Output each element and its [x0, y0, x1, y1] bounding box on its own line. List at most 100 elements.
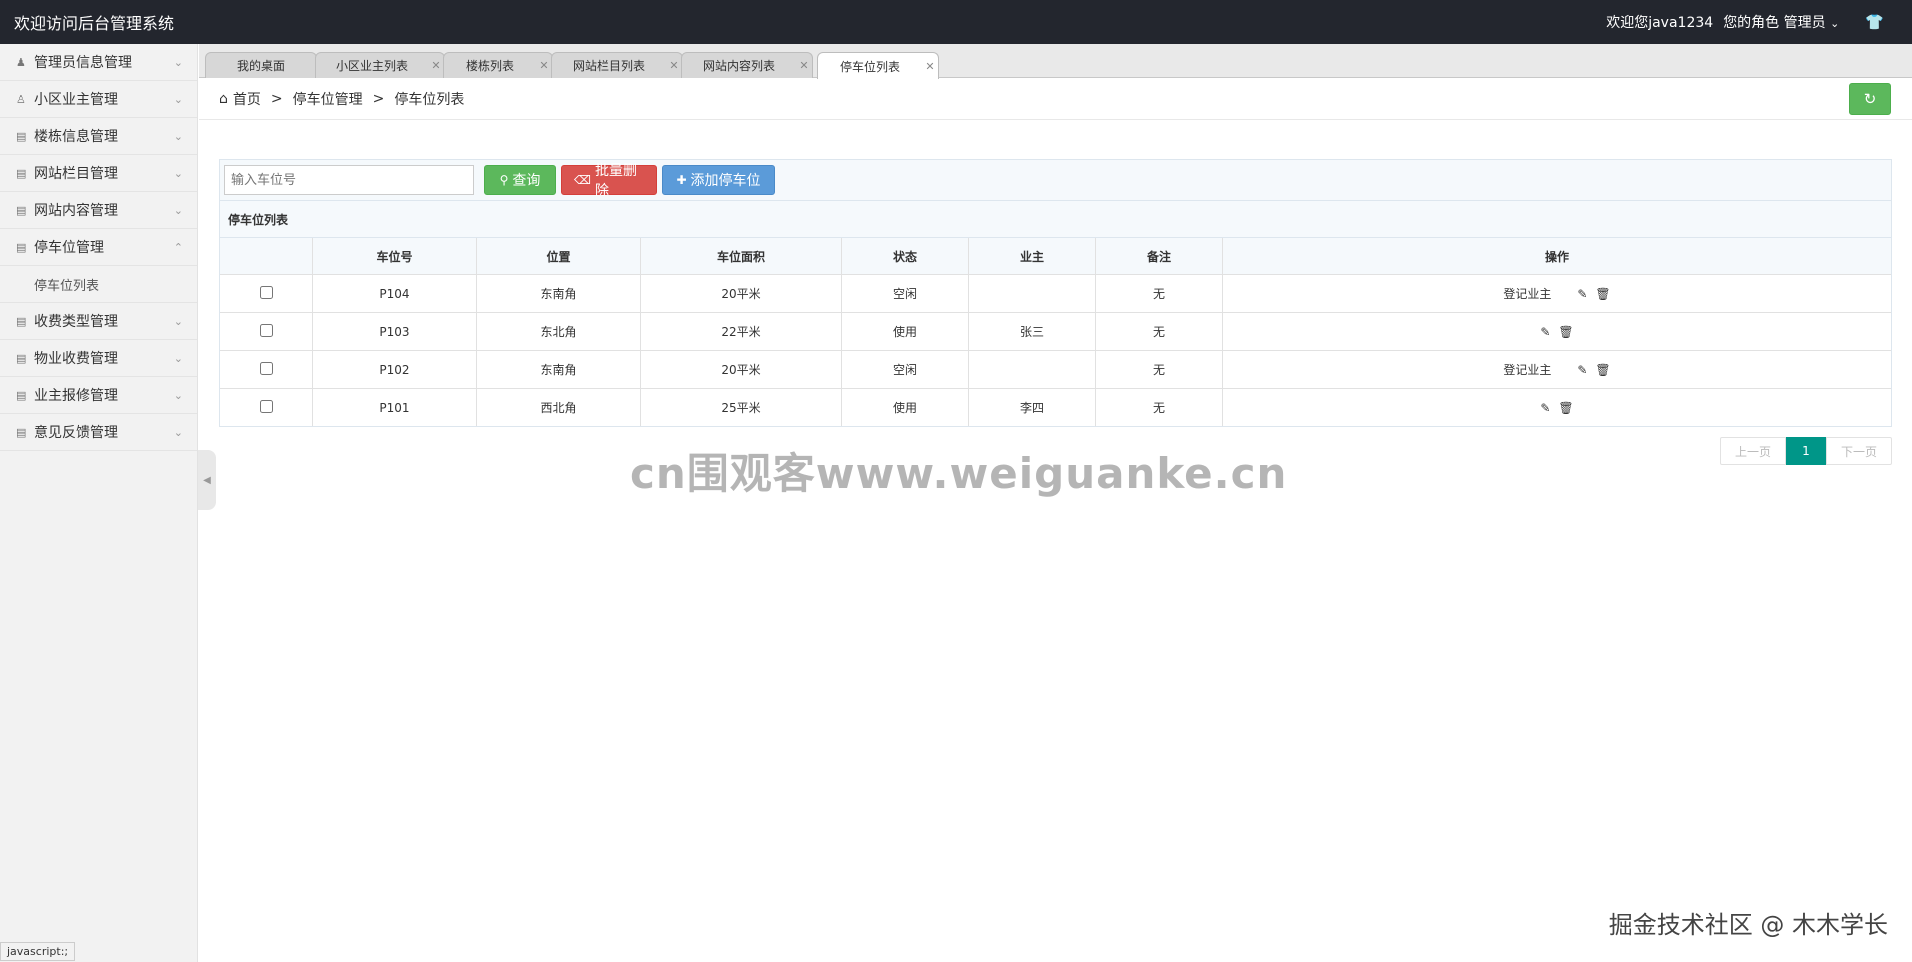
close-icon[interactable]: ✕ — [922, 60, 938, 73]
chevron-down-icon: ⌄ — [173, 351, 183, 365]
tab-label: 停车位列表 — [839, 59, 900, 74]
breadcrumb-separator: > — [270, 90, 283, 107]
cell-status: 空闲 — [841, 350, 969, 389]
row-checkbox[interactable] — [259, 399, 273, 413]
search-toolbar: ⚲ 查询 ⌫ 批量删除 ✚ 添加停车位 — [220, 160, 1891, 201]
sidebar-item-label: 物业收费管理 — [34, 351, 118, 367]
chevron-down-icon: ⌄ — [173, 203, 183, 217]
add-parking-label: 添加停车位 — [690, 173, 761, 189]
breadcrumb-home[interactable]: 首页 — [233, 89, 261, 109]
close-icon[interactable]: ✕ — [666, 59, 682, 72]
cell-location: 东南角 — [476, 350, 641, 389]
sidebar-item-parking[interactable]: ▤ 停车位管理 ⌃ — [0, 229, 197, 266]
col-header-location: 位置 — [476, 238, 641, 275]
row-actions: 登记业主 ✎ 🗑 — [1223, 285, 1891, 302]
sidebar-item-label: 小区业主管理 — [34, 92, 118, 108]
tab-my-desktop[interactable]: 我的桌面 — [205, 52, 317, 78]
tab-owner-list[interactable]: 小区业主列表 ✕ — [315, 52, 445, 78]
cell-area: 20平米 — [640, 350, 842, 389]
sidebar-subitem-parking-list[interactable]: 停车位列表 — [0, 266, 197, 303]
tab-site-column-list[interactable]: 网站栏目列表 ✕ — [551, 52, 683, 78]
next-page-button[interactable]: 下一页 — [1826, 437, 1892, 465]
trash-icon[interactable]: 🗑 — [1558, 325, 1573, 339]
sidebar-item-site-column[interactable]: ▤ 网站栏目管理 ⌄ — [0, 155, 197, 192]
app-title: 欢迎访问后台管理系统 — [14, 14, 175, 33]
trash-icon[interactable]: 🗑 — [1558, 401, 1573, 415]
parking-table: 车位号 位置 车位面积 状态 业主 备注 操作 P104 东南角 20平米 空闲 — [220, 238, 1891, 426]
sidebar-item-admin-info[interactable]: ♟ 管理员信息管理 ⌄ — [0, 44, 197, 81]
row-checkbox[interactable] — [259, 285, 273, 299]
tab-parking-list[interactable]: 停车位列表 ✕ — [817, 52, 939, 79]
add-parking-button[interactable]: ✚ 添加停车位 — [662, 165, 775, 195]
parking-panel: ⚲ 查询 ⌫ 批量删除 ✚ 添加停车位 停车位列表 车位号 位置 车位面积 状态 — [219, 159, 1892, 427]
sidebar-item-repair[interactable]: ▤ 业主报修管理 ⌄ — [0, 377, 197, 414]
list-icon: ▤ — [16, 314, 27, 328]
close-icon[interactable]: ✕ — [536, 59, 552, 72]
edit-pencil-icon[interactable]: ✎ — [1540, 325, 1550, 339]
sidebar-item-site-content[interactable]: ▤ 网站内容管理 ⌄ — [0, 192, 197, 229]
sidebar-item-owner[interactable]: ♙ 小区业主管理 ⌄ — [0, 81, 197, 118]
col-header-select — [220, 238, 313, 275]
close-icon[interactable]: ✕ — [796, 59, 812, 72]
sidebar-item-label: 收费类型管理 — [34, 314, 118, 330]
edit-pencil-icon[interactable]: ✎ — [1577, 287, 1587, 301]
row-checkbox[interactable] — [259, 361, 273, 375]
sidebar-item-label: 业主报修管理 — [34, 388, 118, 404]
tab-label: 网站栏目列表 — [572, 59, 645, 73]
parking-no-search-input[interactable] — [224, 165, 474, 195]
close-icon[interactable]: ✕ — [428, 59, 444, 72]
cell-status: 使用 — [841, 312, 969, 351]
register-owner-link[interactable]: 登记业主 — [1503, 361, 1551, 378]
row-actions: 登记业主 ✎ 🗑 — [1223, 361, 1891, 378]
col-header-owner: 业主 — [968, 238, 1096, 275]
list-icon: ▤ — [16, 166, 27, 180]
role-dropdown[interactable]: 您的角色 管理员 ⌄ — [1723, 12, 1839, 32]
search-icon: ⚲ — [499, 173, 509, 187]
user-area: 欢迎您java1234 您的角色 管理员 ⌄ 👕 — [1606, 12, 1912, 32]
cell-remark: 无 — [1095, 274, 1223, 313]
main-content: 我的桌面 小区业主列表 ✕ 楼栋列表 ✕ 网站栏目列表 ✕ 网站内容列表 ✕ 停… — [199, 44, 1912, 962]
trash-icon[interactable]: 🗑 — [1595, 363, 1610, 377]
sidebar-item-fee-type[interactable]: ▤ 收费类型管理 ⌄ — [0, 303, 197, 340]
col-header-no: 车位号 — [312, 238, 477, 275]
row-checkbox[interactable] — [259, 323, 273, 337]
cell-owner: 李四 — [968, 388, 1096, 426]
cell-no: P103 — [312, 312, 477, 351]
tab-label: 网站内容列表 — [702, 59, 775, 73]
sidebar-item-feedback[interactable]: ▤ 意见反馈管理 ⌄ — [0, 414, 197, 451]
table-row: P102 东南角 20平米 空闲 无 登记业主 ✎ 🗑 — [220, 350, 1891, 389]
edit-pencil-icon[interactable]: ✎ — [1540, 401, 1550, 415]
role-text: 您的角色 管理员 — [1723, 15, 1826, 31]
tab-site-content-list[interactable]: 网站内容列表 ✕ — [681, 52, 813, 78]
edit-pencil-icon[interactable]: ✎ — [1577, 363, 1587, 377]
sidebar-item-label: 意见反馈管理 — [34, 425, 118, 441]
home-icon: ⌂ — [219, 90, 228, 107]
breadcrumb: ⌂ 首页 > 停车位管理 > 停车位列表 ↻ — [199, 78, 1912, 120]
user-icon: ♟ — [16, 55, 26, 69]
user-outline-icon: ♙ — [16, 92, 26, 106]
pagination: 上一页 1 下一页 — [1720, 437, 1892, 465]
breadcrumb-parking-manage[interactable]: 停车位管理 — [293, 89, 363, 109]
table-row: P103 东北角 22平米 使用 张三 无 ✎ 🗑 — [220, 312, 1891, 351]
sidebar-item-label: 网站栏目管理 — [34, 166, 118, 182]
page-number-button[interactable]: 1 — [1786, 437, 1826, 465]
theme-shirt-icon[interactable]: 👕 — [1865, 13, 1884, 31]
refresh-button[interactable]: ↻ — [1849, 83, 1891, 115]
register-owner-link[interactable]: 登记业主 — [1503, 285, 1551, 302]
cell-remark: 无 — [1095, 350, 1223, 389]
batch-delete-button[interactable]: ⌫ 批量删除 — [561, 163, 657, 199]
sidebar-item-property-fee[interactable]: ▤ 物业收费管理 ⌄ — [0, 340, 197, 377]
chevron-down-icon: ⌄ — [173, 92, 183, 106]
tab-building-list[interactable]: 楼栋列表 ✕ — [443, 52, 553, 78]
breadcrumb-separator: > — [372, 90, 385, 107]
cell-owner: 张三 — [968, 312, 1096, 351]
trash-icon[interactable]: 🗑 — [1595, 287, 1610, 301]
list-icon: ▤ — [16, 203, 27, 217]
cell-remark: 无 — [1095, 388, 1223, 426]
search-button[interactable]: ⚲ 查询 — [484, 165, 556, 195]
sidebar-item-label: 楼栋信息管理 — [34, 129, 118, 145]
row-actions: ✎ 🗑 — [1223, 325, 1891, 339]
sidebar-item-building[interactable]: ▤ 楼栋信息管理 ⌄ — [0, 118, 197, 155]
list-icon: ▤ — [16, 129, 27, 143]
prev-page-button[interactable]: 上一页 — [1720, 437, 1786, 465]
